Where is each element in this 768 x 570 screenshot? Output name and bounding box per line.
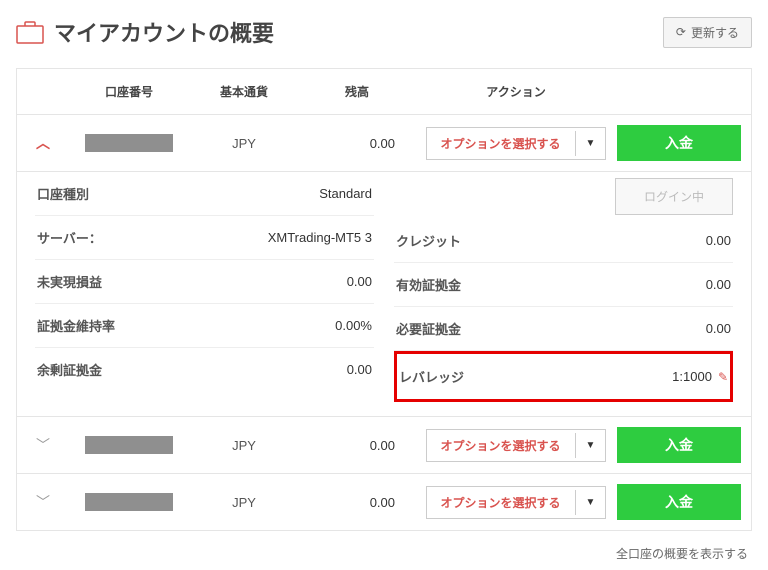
- detail-leverage: レバレッジ 1:1000✎: [397, 355, 730, 398]
- detail-margin: 必要証拠金0.00: [394, 307, 733, 351]
- deposit-button[interactable]: 入金: [617, 427, 741, 463]
- account-number-mask: [85, 493, 173, 511]
- select-option-label: オプションを選択する: [427, 487, 575, 518]
- chevron-down-icon: ▼: [575, 131, 606, 156]
- select-option-label: オプションを選択する: [427, 430, 575, 461]
- detail-server: サーバー：XMTrading-MT5 3: [35, 216, 374, 260]
- select-option-dropdown[interactable]: オプションを選択する ▼: [426, 429, 607, 462]
- refresh-icon: ⟳: [676, 25, 686, 39]
- select-option-dropdown[interactable]: オプションを選択する ▼: [426, 486, 607, 519]
- th-account: 口座番号: [69, 83, 189, 100]
- chevron-down-icon: ▼: [575, 490, 606, 515]
- th-action: アクション: [415, 83, 617, 100]
- currency-cell: JPY: [189, 136, 299, 151]
- th-currency: 基本通貨: [189, 83, 299, 100]
- balance-cell: 0.00: [299, 438, 415, 453]
- expand-toggle[interactable]: ﹀: [17, 435, 69, 455]
- balance-cell: 0.00: [299, 495, 415, 510]
- table-row: ﹀ JPY 0.00 オプションを選択する ▼ 入金: [17, 417, 751, 474]
- detail-margin-level: 証拠金維持率0.00%: [35, 304, 374, 348]
- table-row: ﹀ JPY 0.00 オプションを選択する ▼ 入金: [17, 474, 751, 530]
- deposit-button[interactable]: 入金: [617, 484, 741, 520]
- detail-unrealized: 未実現損益0.00: [35, 260, 374, 304]
- collapse-toggle[interactable]: ︿: [17, 133, 69, 153]
- table-header: 口座番号 基本通貨 残高 アクション: [17, 69, 751, 115]
- leverage-highlight: レバレッジ 1:1000✎: [394, 351, 733, 402]
- refresh-button[interactable]: ⟳ 更新する: [663, 17, 752, 48]
- select-option-label: オプションを選択する: [427, 128, 575, 159]
- chevron-down-icon: ▼: [575, 433, 606, 458]
- page-title: マイアカウントの概要: [54, 16, 274, 48]
- detail-account-type: 口座種別Standard: [35, 172, 374, 216]
- account-details-panel: 口座種別Standard サーバー：XMTrading-MT5 3 未実現損益0…: [17, 172, 751, 417]
- edit-leverage-icon[interactable]: ✎: [718, 370, 728, 384]
- expand-toggle[interactable]: ﹀: [17, 492, 69, 512]
- account-number-mask: [85, 436, 173, 454]
- login-status-button: ログイン中: [615, 178, 733, 215]
- deposit-button[interactable]: 入金: [617, 125, 741, 161]
- refresh-label: 更新する: [691, 24, 739, 41]
- account-number-mask: [85, 134, 173, 152]
- table-row: ︿ JPY 0.00 オプションを選択する ▼ 入金: [17, 115, 751, 172]
- th-balance: 残高: [299, 83, 415, 100]
- currency-cell: JPY: [189, 438, 299, 453]
- select-option-dropdown[interactable]: オプションを選択する ▼: [426, 127, 607, 160]
- detail-free-margin: 余剰証拠金0.00: [35, 348, 374, 391]
- show-all-accounts-link[interactable]: 全口座の概要を表示する: [16, 531, 752, 562]
- briefcase-icon: [16, 20, 44, 44]
- accounts-table: 口座番号 基本通貨 残高 アクション ︿ JPY 0.00 オプションを選択する…: [16, 68, 752, 531]
- balance-cell: 0.00: [299, 136, 415, 151]
- currency-cell: JPY: [189, 495, 299, 510]
- detail-credit: クレジット0.00: [394, 219, 733, 263]
- detail-equity: 有効証拠金0.00: [394, 263, 733, 307]
- page-header: マイアカウントの概要 ⟳ 更新する: [16, 16, 752, 48]
